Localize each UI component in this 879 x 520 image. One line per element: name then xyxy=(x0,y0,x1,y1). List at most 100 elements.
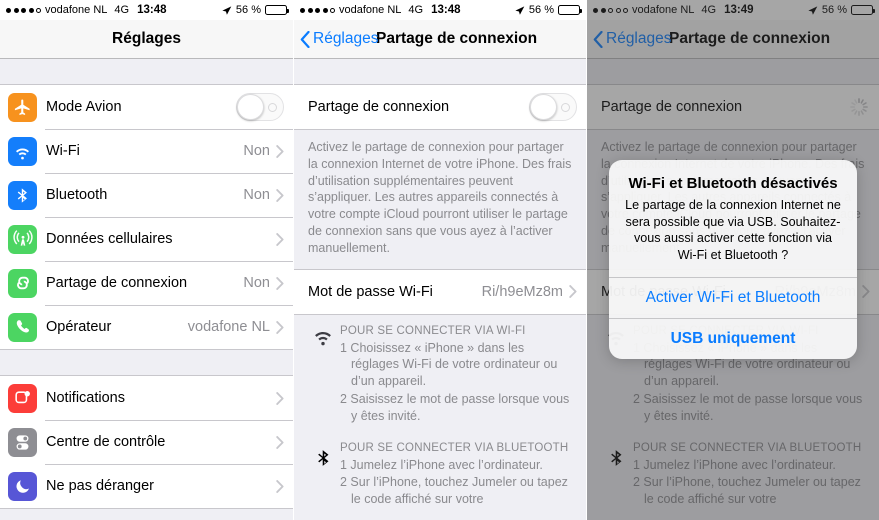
bluetooth-instruction-step: 1 Jumelez l’iPhone avec l’ordinateur. xyxy=(340,457,543,472)
location-arrow-icon xyxy=(515,5,525,15)
notifications-icon xyxy=(8,383,37,413)
screen-hotspot-alert: vodafone NL 4G 13:49 56 % Réglages Parta… xyxy=(586,0,879,520)
row-accessory: Non xyxy=(243,275,284,291)
sidebar-item-label: Bluetooth xyxy=(46,187,108,203)
row-accessory: Non xyxy=(243,143,284,159)
bluetooth-instruction-step: 2 Sur l’iPhone, touchez Jumeler ou tapez… xyxy=(340,475,568,507)
sidebar-item-label: Mode Avion xyxy=(46,99,122,115)
alert-dialog: Wi-Fi et Bluetooth désactivés Le partage… xyxy=(609,160,857,359)
location-arrow-icon xyxy=(222,5,232,15)
signal-strength-dots xyxy=(6,7,41,13)
sidebar-item-do-not-disturb[interactable]: Ne pas déranger xyxy=(0,464,293,508)
chevron-right-icon xyxy=(276,320,284,334)
sidebar-item-label: Données cellulaires xyxy=(46,231,173,247)
battery-icon xyxy=(265,5,289,15)
bluetooth-icon xyxy=(306,442,340,509)
sidebar-item-label: Opérateur xyxy=(46,319,112,335)
bluetooth-instructions: POUR SE CONNECTER VIA BLUETOOTH 1 Jumele… xyxy=(294,425,586,509)
settings-list-scroll[interactable]: Mode Avion Wi-Fi Non Bluetooth Non Donné… xyxy=(0,59,293,520)
screen-settings-root: vodafone NL 4G 13:48 56 % Réglages Mode xyxy=(0,0,293,520)
settings-group-connectivity: Mode Avion Wi-Fi Non Bluetooth Non Donné… xyxy=(0,84,293,350)
hotspot-row[interactable]: Partage de connexion xyxy=(294,85,586,129)
alert-button-usb-only[interactable]: USB uniquement xyxy=(609,318,857,359)
sidebar-item-personal-hotspot[interactable]: Partage de connexion Non xyxy=(0,261,293,305)
row-accessory xyxy=(270,232,284,246)
moon-icon xyxy=(8,471,37,501)
settings-group-system: Notifications Centre de contrôle Ne pas … xyxy=(0,375,293,509)
bluetooth-instructions-heading: POUR SE CONNECTER VIA BLUETOOTH xyxy=(340,441,569,454)
chevron-right-icon xyxy=(276,435,284,449)
screenshot-triptych: vodafone NL 4G 13:48 56 % Réglages Mode xyxy=(0,0,879,520)
chevron-right-icon xyxy=(276,479,284,493)
clock-label: 13:48 xyxy=(431,4,461,16)
chevron-right-icon xyxy=(276,188,284,202)
sidebar-item-label: Centre de contrôle xyxy=(46,434,166,450)
hotspot-scroll[interactable]: Partage de connexion Activez le partage … xyxy=(294,59,586,520)
row-accessory xyxy=(276,435,284,449)
wifi-password-label: Mot de passe Wi-Fi xyxy=(308,283,433,300)
sidebar-item-label: Wi-Fi xyxy=(46,143,80,159)
status-bar-left: vodafone NL 4G 13:48 xyxy=(6,4,167,16)
airplane-mode-toggle[interactable] xyxy=(236,93,284,121)
battery-percent-label: 56 % xyxy=(235,4,261,16)
list-bottom-spacer xyxy=(0,509,293,520)
status-bar: vodafone NL 4G 13:48 56 % xyxy=(294,0,586,20)
sidebar-item-wifi[interactable]: Wi-Fi Non xyxy=(0,129,293,173)
carrier-label: vodafone NL xyxy=(45,4,108,16)
battery-percent-label: 56 % xyxy=(528,4,554,16)
network-type-label: 4G xyxy=(408,4,424,16)
chevron-right-icon xyxy=(276,391,284,405)
row-accessory xyxy=(276,479,284,493)
list-top-spacer xyxy=(294,59,586,84)
wifi-instruction-step: 2 Saisissez le mot de passe lorsque vous… xyxy=(340,391,570,423)
row-value: Non xyxy=(243,275,270,291)
carrier-label: vodafone NL xyxy=(339,4,402,16)
hotspot-toggle[interactable] xyxy=(529,93,577,121)
list-group-spacer xyxy=(0,350,293,375)
phone-icon xyxy=(8,312,37,342)
list-top-spacer xyxy=(0,59,293,84)
signal-strength-dots xyxy=(300,7,335,13)
page-title: Réglages xyxy=(112,30,181,47)
sidebar-item-control-center[interactable]: Centre de contrôle xyxy=(0,420,293,464)
wifi-instructions-heading: POUR SE CONNECTER VIA WI-FI xyxy=(340,324,526,337)
alert-body: Wi-Fi et Bluetooth désactivés Le partage… xyxy=(609,160,857,277)
sidebar-item-bluetooth[interactable]: Bluetooth Non xyxy=(0,173,293,217)
sidebar-item-notifications[interactable]: Notifications xyxy=(0,376,293,420)
page-title: Partage de connexion xyxy=(376,30,538,47)
row-accessory: Non xyxy=(243,187,284,203)
wifi-password-value: Ri/h9eMz8m xyxy=(481,283,563,300)
network-type-label: 4G xyxy=(114,4,130,16)
status-bar-right: 56 % xyxy=(514,4,582,16)
cellular-icon xyxy=(8,224,37,254)
sidebar-item-carrier[interactable]: Opérateur vodafone NL xyxy=(0,305,293,349)
row-value: vodafone NL xyxy=(187,319,270,335)
battery-icon xyxy=(558,5,582,15)
back-button[interactable]: Réglages xyxy=(300,30,379,48)
row-accessory xyxy=(529,93,577,121)
row-accessory: vodafone NL xyxy=(188,319,284,335)
alert-title: Wi-Fi et Bluetooth désactivés xyxy=(628,175,838,192)
wifi-password-row[interactable]: Mot de passe Wi-Fi Ri/h9eMz8m xyxy=(294,269,586,314)
wifi-password-group: Mot de passe Wi-Fi Ri/h9eMz8m xyxy=(294,268,586,315)
wifi-instructions-body: POUR SE CONNECTER VIA WI-FI 1 Choisissez… xyxy=(340,325,574,426)
alert-button-enable-wifi-bluetooth[interactable]: Activer Wi-Fi et Bluetooth xyxy=(609,277,857,318)
clock-label: 13:48 xyxy=(137,4,167,16)
screen-hotspot-detail: vodafone NL 4G 13:48 56 % Réglages Parta… xyxy=(293,0,586,520)
status-bar-left: vodafone NL 4G 13:48 xyxy=(300,4,461,16)
chevron-right-icon xyxy=(276,232,284,246)
status-bar: vodafone NL 4G 13:48 56 % xyxy=(0,0,293,20)
row-value: Non xyxy=(243,143,270,159)
control-center-icon xyxy=(8,427,37,457)
wifi-icon xyxy=(8,136,37,166)
wifi-icon xyxy=(306,325,340,426)
wifi-instruction-step: 1 Choisissez « iPhone » dans les réglage… xyxy=(340,340,558,389)
sidebar-item-airplane-mode[interactable]: Mode Avion xyxy=(0,85,293,129)
hotspot-toggle-group: Partage de connexion xyxy=(294,84,586,130)
navigation-bar: Réglages Partage de connexion xyxy=(294,20,586,59)
row-accessory xyxy=(236,93,284,121)
chevron-right-icon xyxy=(276,144,284,158)
sidebar-item-label: Notifications xyxy=(46,390,125,406)
chevron-right-icon xyxy=(276,276,284,290)
sidebar-item-cellular-data[interactable]: Données cellulaires xyxy=(0,217,293,261)
